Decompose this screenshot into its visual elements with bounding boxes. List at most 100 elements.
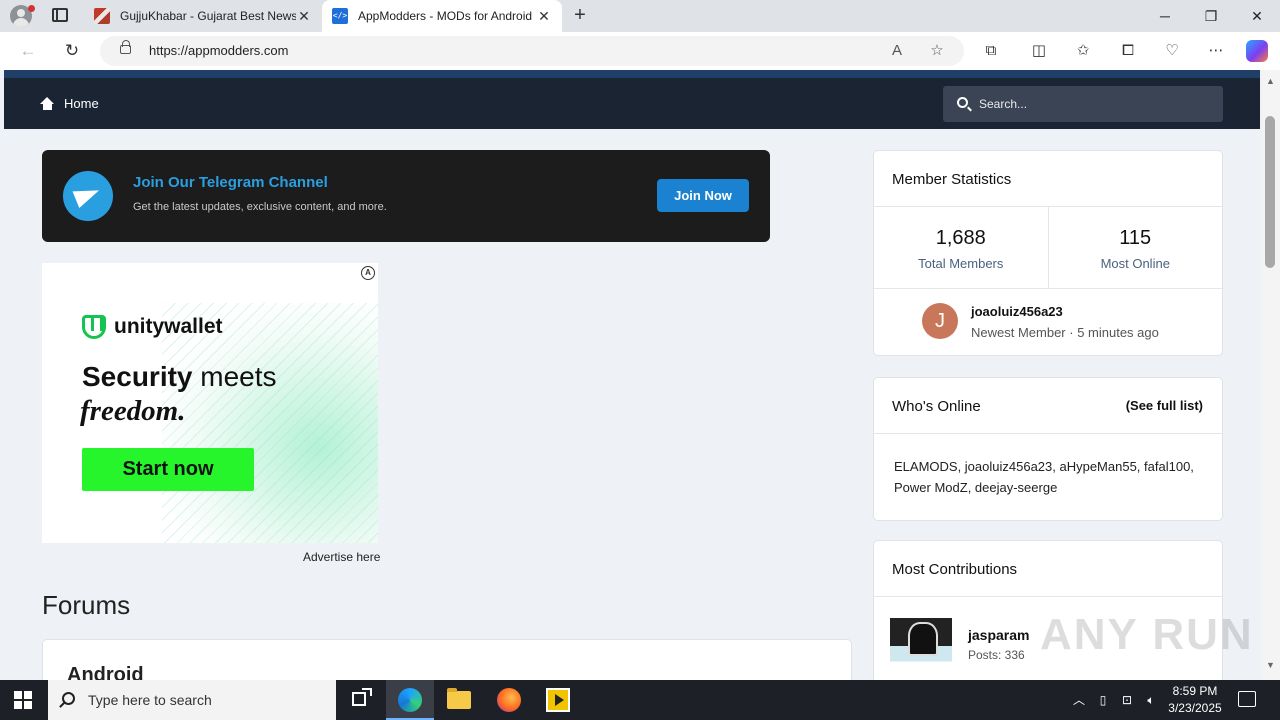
card-header: Who's Online (See full list) bbox=[874, 378, 1222, 434]
stat-label: Most Online bbox=[1100, 256, 1170, 271]
stat-value: 115 bbox=[1119, 227, 1152, 249]
start-button[interactable] bbox=[14, 691, 32, 709]
stats-row: 1,688 Total Members 115 Most Online bbox=[874, 207, 1222, 289]
tab-gujjukhabar[interactable]: GujjuKhabar - Gujarat Best News ✕ bbox=[84, 0, 322, 32]
telegram-subtitle: Get the latest updates, exclusive conten… bbox=[133, 201, 387, 213]
see-full-list-link[interactable]: (See full list) bbox=[1126, 398, 1203, 413]
close-window-button[interactable]: ✕ bbox=[1234, 0, 1280, 32]
favorites-icon[interactable]: ✩ bbox=[1072, 41, 1094, 61]
taskbar-search-placeholder: Type here to search bbox=[88, 692, 212, 708]
most-online-stat: 115 Most Online bbox=[1047, 207, 1223, 288]
lock-icon[interactable] bbox=[120, 40, 131, 54]
taskbar-file-explorer[interactable] bbox=[435, 680, 483, 720]
appmodders-favicon-icon: </> bbox=[332, 8, 348, 24]
avatar[interactable]: J bbox=[922, 303, 958, 339]
network-icon[interactable]: ⊡ bbox=[1116, 680, 1138, 720]
ad-start-now-button[interactable]: Start now bbox=[82, 448, 254, 491]
tab-close-icon[interactable]: ✕ bbox=[296, 8, 312, 25]
newest-member-name[interactable]: joaoluiz456a23 bbox=[971, 304, 1063, 319]
taskbar-clock[interactable]: 8:59 PM 3/23/2025 bbox=[1166, 683, 1224, 717]
search-input[interactable] bbox=[979, 94, 1209, 114]
total-members-stat: 1,688 Total Members bbox=[874, 207, 1048, 288]
nav-home-link[interactable]: Home bbox=[40, 96, 99, 111]
media-player-icon bbox=[546, 688, 570, 712]
minimize-button[interactable]: ─ bbox=[1142, 0, 1188, 32]
stat-label: Total Members bbox=[918, 256, 1004, 271]
split-screen-icon[interactable]: ◫ bbox=[1028, 41, 1050, 61]
telegram-banner: Join Our Telegram Channel Get the latest… bbox=[42, 150, 770, 242]
performance-icon[interactable]: ♡ bbox=[1161, 41, 1183, 61]
contributor-posts: Posts: 336 bbox=[968, 648, 1025, 662]
ad-headline: Security meets bbox=[82, 361, 277, 393]
scrollbar-thumb[interactable] bbox=[1265, 116, 1275, 268]
forums-heading: Forums bbox=[42, 590, 131, 620]
card-title: Who's Online bbox=[892, 398, 981, 415]
taskbar-search[interactable]: Type here to search bbox=[48, 680, 336, 720]
tab-title: AppModders - MODs for Android bbox=[358, 9, 533, 23]
adchoices-icon[interactable]: A bbox=[361, 266, 375, 280]
advertise-here-link[interactable]: Advertise here bbox=[303, 550, 380, 564]
profile-notification-dot bbox=[28, 5, 35, 12]
ad-headline-rest: meets bbox=[192, 361, 277, 392]
file-explorer-icon bbox=[447, 688, 471, 709]
online-users-list[interactable]: ELAMODS, joaoluiz456a23, aHypeMan55, faf… bbox=[874, 434, 1222, 520]
read-aloud-icon[interactable]: A bbox=[886, 41, 908, 61]
anyrun-watermark: ANY RUN bbox=[1040, 610, 1254, 659]
ad-headline-line2: freedom. bbox=[80, 395, 186, 427]
member-statistics-card: Member Statistics 1,688 Total Members 11… bbox=[873, 150, 1223, 356]
scroll-up-arrow-icon[interactable]: ▲ bbox=[1266, 76, 1275, 86]
card-header: Most Contributions bbox=[874, 541, 1222, 597]
forum-category-card: Android bbox=[42, 639, 852, 680]
notification-center-icon[interactable] bbox=[1238, 691, 1256, 707]
site-search[interactable] bbox=[943, 86, 1223, 122]
browser-tab-strip: GujjuKhabar - Gujarat Best News ✕ </> Ap… bbox=[0, 0, 1280, 32]
refresh-icon[interactable]: ↻ bbox=[60, 40, 84, 62]
tab-appmodders[interactable]: </> AppModders - MODs for Android ✕ bbox=[322, 0, 562, 32]
clock-date: 3/23/2025 bbox=[1168, 701, 1222, 715]
join-now-button[interactable]: Join Now bbox=[657, 179, 749, 212]
tab-actions-icon[interactable] bbox=[52, 8, 68, 22]
clock-time: 8:59 PM bbox=[1172, 684, 1218, 698]
back-icon[interactable]: ← bbox=[16, 40, 40, 62]
telegram-title: Join Our Telegram Channel bbox=[133, 174, 328, 191]
scroll-down-arrow-icon[interactable]: ▼ bbox=[1266, 660, 1275, 670]
extensions-icon[interactable]: ⧉ bbox=[980, 41, 1002, 61]
address-bar[interactable]: https://appmodders.com A ☆ bbox=[100, 36, 964, 66]
battery-icon[interactable]: ▯ bbox=[1092, 680, 1114, 720]
task-view-button[interactable] bbox=[336, 680, 384, 720]
contributor-avatar[interactable] bbox=[890, 612, 952, 674]
tab-close-icon[interactable]: ✕ bbox=[536, 8, 552, 25]
windows-taskbar: Type here to search ︿ ▯ ⊡ 🔈︎ 8:59 PM 3/2… bbox=[0, 680, 1280, 720]
unitywallet-logo-icon bbox=[82, 315, 106, 339]
url-text[interactable]: https://appmodders.com bbox=[149, 43, 288, 58]
newest-member: J joaoluiz456a23 Newest Member · 5 minut… bbox=[874, 289, 1222, 355]
volume-icon[interactable]: 🔈︎ bbox=[1140, 680, 1162, 720]
ad-brand: unitywallet bbox=[114, 315, 223, 338]
more-menu-icon[interactable]: ⋯ bbox=[1205, 41, 1227, 61]
favorite-star-icon[interactable]: ☆ bbox=[926, 41, 948, 61]
page-scrollbar[interactable]: ▲ ▼ bbox=[1262, 70, 1280, 680]
show-hidden-icons-chevron-icon[interactable]: ︿ bbox=[1068, 680, 1090, 720]
edge-icon bbox=[398, 688, 422, 712]
page-viewport: Home Join Our Telegram Channel Get the l… bbox=[0, 70, 1262, 680]
browser-toolbar: ← ↻ https://appmodders.com A ☆ ⧉ ◫ ✩ ⧠ ♡… bbox=[0, 32, 1280, 70]
stat-value: 1,688 bbox=[935, 227, 986, 249]
copilot-icon[interactable] bbox=[1246, 40, 1268, 62]
restore-button[interactable]: ❐ bbox=[1188, 0, 1234, 32]
advertisement-banner[interactable]: A unitywallet Security meets freedom. St… bbox=[42, 263, 378, 543]
gujjukhabar-favicon-icon bbox=[94, 8, 110, 24]
new-tab-button[interactable]: + bbox=[570, 4, 590, 28]
collections-icon[interactable]: ⧠ bbox=[1117, 41, 1139, 61]
taskbar-firefox[interactable] bbox=[485, 680, 533, 720]
whos-online-card: Who's Online (See full list) ELAMODS, jo… bbox=[873, 377, 1223, 521]
contributor-name[interactable]: jasparam bbox=[968, 627, 1029, 643]
telegram-icon bbox=[63, 171, 113, 221]
ad-headline-bold: Security bbox=[82, 361, 193, 392]
taskbar-edge[interactable] bbox=[386, 680, 434, 720]
site-navbar: Home bbox=[4, 70, 1260, 129]
forum-category-title[interactable]: Android bbox=[67, 664, 144, 680]
nav-home-label: Home bbox=[64, 96, 99, 111]
card-title: Member Statistics bbox=[892, 171, 1012, 188]
card-title: Most Contributions bbox=[892, 561, 1018, 578]
taskbar-media-player[interactable] bbox=[534, 680, 582, 720]
